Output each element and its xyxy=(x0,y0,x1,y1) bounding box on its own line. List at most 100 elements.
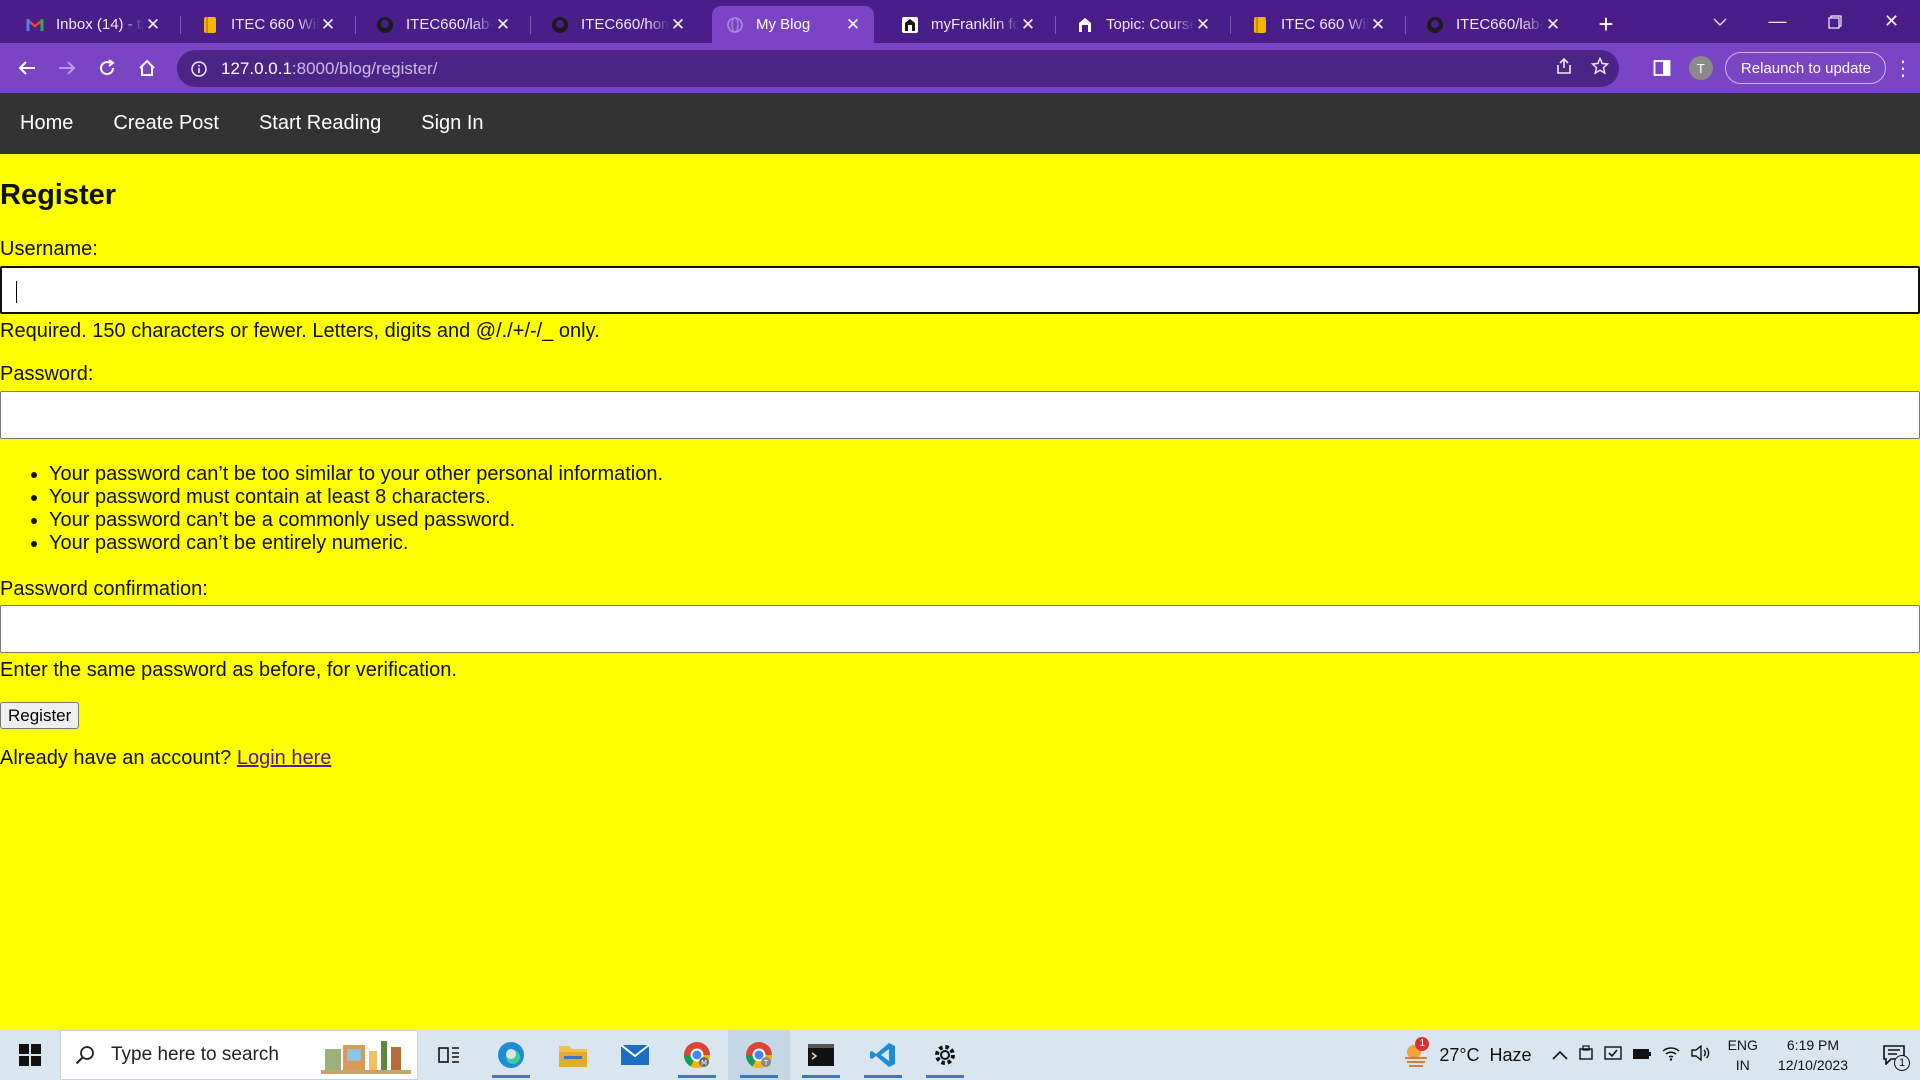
weather-widget[interactable]: 1 27°C Haze xyxy=(1403,1037,1532,1067)
tab-title: Inbox (14) - tp xyxy=(56,16,144,33)
tab-title: ITEC660/home xyxy=(581,16,669,33)
list-item: Your password must contain at least 8 ch… xyxy=(49,486,663,509)
login-link[interactable]: Login here xyxy=(237,747,332,769)
search-highlight-art-icon xyxy=(321,1041,411,1074)
tab-my-blog[interactable]: My Blog ✕ xyxy=(712,6,874,43)
security-icon[interactable] xyxy=(1603,1045,1622,1065)
vscode-taskbar-button[interactable] xyxy=(852,1030,914,1080)
mail-taskbar-button[interactable] xyxy=(604,1030,666,1080)
text-caret xyxy=(16,281,17,303)
taskbar-search-box[interactable]: Type here to search xyxy=(60,1030,418,1080)
nav-sign-in-link[interactable]: Sign In xyxy=(401,93,503,154)
svg-text:M: M xyxy=(701,1059,707,1067)
site-info-icon[interactable] xyxy=(177,60,221,77)
language-code: ENG xyxy=(1727,1037,1758,1053)
close-icon[interactable]: ✕ xyxy=(844,15,862,35)
language-indicator[interactable]: ENG IN xyxy=(1728,1035,1758,1075)
tab-myfranklin[interactable]: myFranklin fo ✕ xyxy=(887,6,1056,43)
edge-taskbar-button[interactable] xyxy=(480,1030,542,1080)
username-input[interactable] xyxy=(0,266,1920,314)
globe-icon xyxy=(726,16,744,34)
weather-condition: Haze xyxy=(1489,1044,1532,1065)
file-explorer-taskbar-button[interactable] xyxy=(542,1030,604,1080)
password-input[interactable] xyxy=(0,391,1920,439)
github-icon xyxy=(551,16,569,34)
close-icon[interactable]: ✕ xyxy=(1019,15,1037,35)
meet-now-icon[interactable] xyxy=(1578,1045,1594,1065)
battery-icon[interactable] xyxy=(1632,1047,1652,1064)
svg-text:T: T xyxy=(763,1059,769,1067)
windows-logo-icon xyxy=(19,1044,41,1066)
back-arrow-icon xyxy=(18,61,35,75)
browser-menu-icon[interactable]: ⋮ xyxy=(1886,56,1920,81)
close-icon[interactable]: ✕ xyxy=(144,15,162,35)
tab-topic-course[interactable]: Topic: Course ✕ xyxy=(1062,6,1231,43)
close-icon[interactable]: ✕ xyxy=(494,15,512,35)
chrome-profile-t-taskbar-button[interactable]: T xyxy=(728,1030,790,1080)
volume-icon[interactable] xyxy=(1690,1044,1710,1065)
side-panel-icon[interactable] xyxy=(1653,59,1671,77)
settings-taskbar-button[interactable] xyxy=(914,1030,976,1080)
close-icon[interactable]: ✕ xyxy=(1194,15,1212,35)
tab-title: ITEC660/lab-5 xyxy=(406,16,494,33)
list-item: Your password can’t be too similar to yo… xyxy=(49,463,663,486)
password-confirmation-label: Password confirmation: xyxy=(0,578,208,600)
back-button[interactable] xyxy=(7,48,47,88)
share-icon[interactable] xyxy=(1555,57,1573,80)
close-window-button[interactable]: ✕ xyxy=(1863,0,1920,43)
tab-title: Topic: Course xyxy=(1106,16,1194,33)
start-button[interactable] xyxy=(0,1030,60,1080)
profile-avatar[interactable]: T xyxy=(1688,56,1713,80)
franklin-icon xyxy=(1076,16,1094,34)
system-tray: 1 27°C Haze ENG IN 6:19 PM 12/10/2023 1 xyxy=(1403,1030,1920,1080)
restore-button[interactable] xyxy=(1806,0,1863,43)
bookmark-star-icon[interactable] xyxy=(1590,56,1610,80)
terminal-taskbar-button[interactable] xyxy=(790,1030,852,1080)
region-code: IN xyxy=(1735,1057,1750,1073)
tab-github-lab[interactable]: ITEC660/lab-5 ✕ xyxy=(362,6,531,43)
close-icon[interactable]: ✕ xyxy=(1369,15,1387,35)
address-bar[interactable]: 127.0.0.1:8000/blog/register/ xyxy=(177,50,1619,87)
password-label: Password: xyxy=(0,363,94,385)
notification-count-badge: 1 xyxy=(1894,1055,1910,1071)
nav-home-link[interactable]: Home xyxy=(0,93,93,154)
close-icon[interactable]: ✕ xyxy=(1544,15,1562,35)
weather-temperature: 27°C xyxy=(1439,1044,1480,1065)
tab-itec-wiki-2[interactable]: ITEC 660 Wiki ✕ xyxy=(1237,6,1406,43)
github-icon xyxy=(1426,16,1444,34)
window-controls: — ✕ xyxy=(1749,0,1920,43)
notebook-icon xyxy=(201,16,219,34)
nav-start-reading-link[interactable]: Start Reading xyxy=(239,93,401,154)
forward-button[interactable] xyxy=(47,48,87,88)
url-path: :8000/blog/register/ xyxy=(291,58,438,78)
page-title: Register xyxy=(0,179,117,211)
notification-center-button[interactable]: 1 xyxy=(1874,1045,1914,1071)
tab-title: My Blog xyxy=(756,16,811,33)
new-tab-button[interactable]: + xyxy=(1590,6,1622,43)
register-button[interactable]: Register xyxy=(0,702,80,729)
wifi-icon[interactable] xyxy=(1662,1045,1680,1065)
tab-github-home[interactable]: ITEC660/home ✕ xyxy=(537,6,699,43)
search-placeholder: Type here to search xyxy=(111,1044,279,1065)
password-confirmation-help-text: Enter the same password as before, for v… xyxy=(0,659,457,681)
nav-create-post-link[interactable]: Create Post xyxy=(93,93,239,154)
clock-time: 6:19 PM xyxy=(1786,1037,1840,1053)
close-icon[interactable]: ✕ xyxy=(669,15,687,35)
tab-github-lab-2[interactable]: ITEC660/lab-5 ✕ xyxy=(1412,6,1574,43)
password-confirmation-input[interactable] xyxy=(0,605,1920,653)
minimize-button[interactable]: — xyxy=(1749,0,1806,43)
close-icon[interactable]: ✕ xyxy=(319,15,337,35)
mail-icon xyxy=(620,1044,650,1065)
tab-itec-wiki[interactable]: ITEC 660 Wiki ✕ xyxy=(187,6,356,43)
reload-button[interactable] xyxy=(87,48,127,88)
clock[interactable]: 6:19 PM 12/10/2023 xyxy=(1778,1035,1848,1075)
tab-search-chevron-icon[interactable] xyxy=(1703,0,1737,43)
chevron-up-icon[interactable] xyxy=(1552,1047,1568,1064)
url-host: 127.0.0.1 xyxy=(221,58,292,78)
relaunch-to-update-button[interactable]: Relaunch to update xyxy=(1724,52,1886,84)
tab-inbox[interactable]: Inbox (14) - tp ✕ xyxy=(12,6,181,43)
chrome-profile-m-taskbar-button[interactable]: M xyxy=(666,1030,728,1080)
task-view-button[interactable] xyxy=(418,1030,480,1080)
edge-icon xyxy=(498,1042,524,1068)
home-button[interactable] xyxy=(127,48,167,88)
